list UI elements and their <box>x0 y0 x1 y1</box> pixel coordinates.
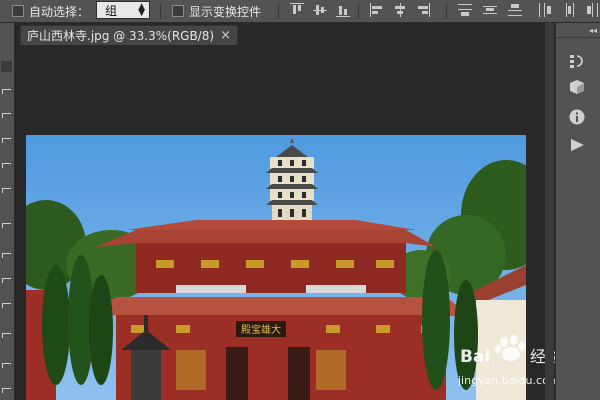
clone-stamp-tool-icon[interactable] <box>2 278 11 283</box>
align-hcenter-icon[interactable] <box>393 3 407 17</box>
show-transform-checkbox[interactable]: 显示变换控件 <box>172 0 261 22</box>
eyedropper-tool-icon[interactable] <box>2 188 11 193</box>
document-tab-title: 庐山西林寺.jpg @ 33.3%(RGB/8) <box>27 29 215 43</box>
blur-tool-icon[interactable] <box>2 388 11 393</box>
distribute-vcenter-icon[interactable] <box>483 3 497 17</box>
checkbox-icon <box>12 5 24 17</box>
align-left-icon[interactable] <box>370 3 384 17</box>
distribute-left-icon[interactable] <box>538 3 552 17</box>
distribute-right-icon[interactable] <box>586 3 600 17</box>
brush-tool-icon[interactable] <box>2 253 11 258</box>
distribute-bottom-icon[interactable] <box>508 3 522 17</box>
auto-select-dropdown[interactable]: 组 ▲ ▼ <box>96 1 150 19</box>
align-bottom-icon[interactable] <box>336 3 350 17</box>
distribute-top-icon[interactable] <box>458 3 472 17</box>
auto-select-label: 自动选择： <box>29 4 90 19</box>
dropdown-arrow-icon: ▲ ▼ <box>138 2 145 18</box>
3d-glyph-icon <box>570 80 584 94</box>
history-brush-tool-icon[interactable] <box>2 303 11 308</box>
separator <box>160 3 161 19</box>
panel-dock: ◂◂ <box>555 23 600 400</box>
play-glyph-icon <box>571 139 584 151</box>
panel-divider <box>556 37 600 38</box>
align-right-icon[interactable] <box>416 3 430 17</box>
align-vcenter-icon[interactable] <box>313 3 327 17</box>
align-top-icon[interactable] <box>290 3 304 17</box>
separator <box>446 3 447 19</box>
3d-icon[interactable] <box>562 75 592 99</box>
temple-plaque-text: 殿宝雄大 <box>241 323 281 336</box>
panel-collapse-button[interactable]: ◂◂ <box>589 26 597 35</box>
marquee-tool-icon[interactable] <box>2 89 11 94</box>
watermark-brand: Bai <box>460 347 490 367</box>
checkbox-icon <box>172 5 184 17</box>
eraser-tool-icon[interactable] <box>2 333 11 338</box>
info-icon[interactable] <box>562 105 592 129</box>
temple-photo: 殿宝雄大 <box>26 135 526 400</box>
quick-select-tool-icon[interactable] <box>2 138 11 143</box>
document-tab-bar: 庐山西林寺.jpg @ 33.3%(RGB/8) × <box>15 23 545 45</box>
play-icon[interactable] <box>562 133 592 157</box>
auto-select-value: 组 <box>105 3 118 18</box>
document-tab[interactable]: 庐山西林寺.jpg @ 33.3%(RGB/8) × <box>20 25 238 45</box>
auto-select-checkbox[interactable]: 自动选择： <box>12 0 89 22</box>
history-icon[interactable] <box>562 49 592 73</box>
close-icon[interactable]: × <box>220 28 231 43</box>
crop-tool-icon[interactable] <box>2 163 11 168</box>
show-transform-label: 显示变换控件 <box>189 4 262 19</box>
tools-panel <box>0 23 15 400</box>
lasso-tool-icon[interactable] <box>2 113 11 118</box>
healing-brush-tool-icon[interactable] <box>2 223 11 228</box>
panel-scroll-strip[interactable] <box>545 23 554 400</box>
history-glyph-icon <box>570 55 583 68</box>
move-tool-icon[interactable] <box>1 61 12 72</box>
options-bar: 自动选择： 组 ▲ ▼ 显示变换控件 <box>0 0 600 23</box>
document-canvas-image[interactable]: 殿宝雄大 <box>26 135 526 400</box>
separator <box>278 3 279 19</box>
info-glyph-icon <box>569 109 585 125</box>
distribute-hcenter-icon[interactable] <box>563 3 577 17</box>
separator <box>358 3 359 19</box>
gradient-tool-icon[interactable] <box>2 363 11 368</box>
